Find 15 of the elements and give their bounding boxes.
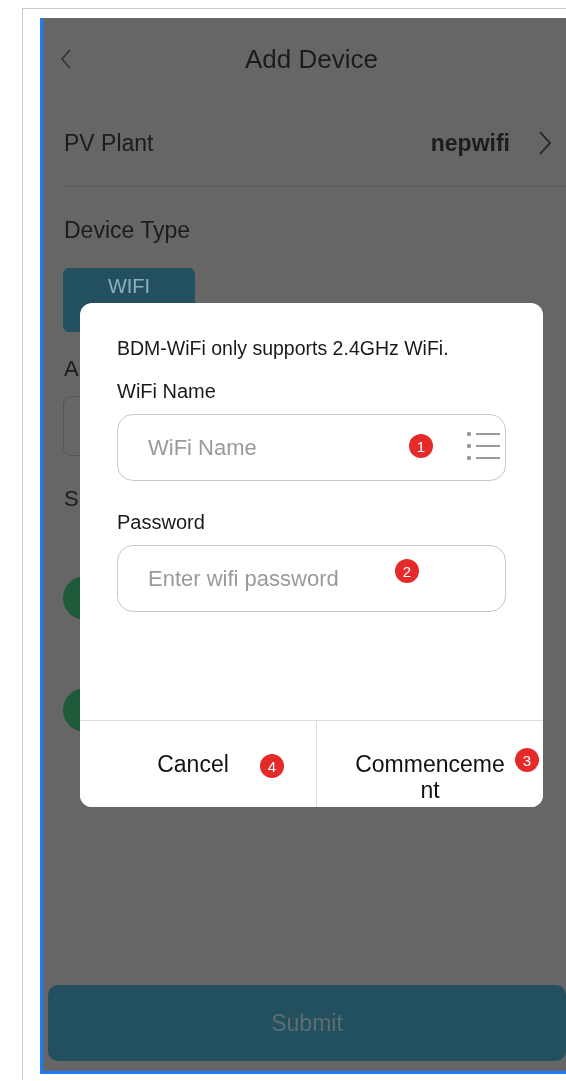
- number-badge: 3: [515, 748, 539, 772]
- list-icon[interactable]: [466, 431, 500, 461]
- dialog-notice: BDM-WiFi only supports 2.4GHz WiFi.: [117, 337, 450, 360]
- dialog-button[interactable]: Cancel 4: [80, 721, 317, 807]
- device-type-label: Device Type: [63, 216, 192, 244]
- screen-title: Add Device: [245, 43, 378, 75]
- field-label: Password: [117, 511, 206, 534]
- field-label: WiFi Name: [117, 380, 217, 403]
- number-badge: 4: [260, 754, 284, 778]
- field-label: A: [63, 356, 80, 382]
- back-icon[interactable]: [60, 48, 72, 70]
- pv-plant-value: nepwifi: [430, 129, 510, 157]
- chevron-right-icon[interactable]: [538, 130, 552, 156]
- field-label: S: [63, 486, 80, 512]
- pv-plant-label: PV Plant: [64, 129, 154, 157]
